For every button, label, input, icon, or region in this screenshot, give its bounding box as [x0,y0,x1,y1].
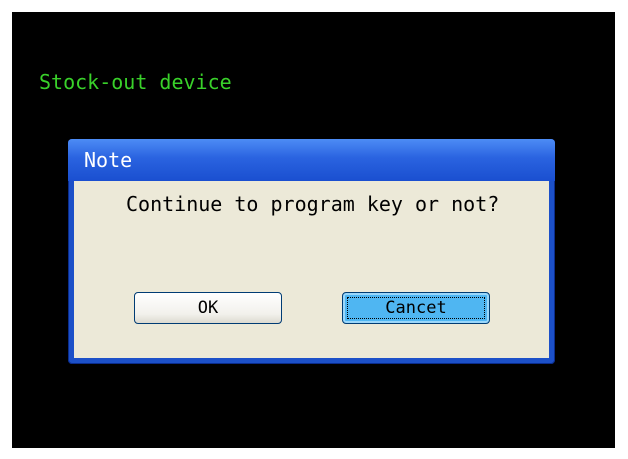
ok-button[interactable]: OK [134,292,282,324]
dialog-message: Continue to program key or not? [126,192,500,216]
screen-title: Stock-out device [39,70,232,94]
cancel-button-label: Cancet [385,298,447,318]
dialog-titlebar: Note [68,139,555,181]
device-screen: Stock-out device Note Continue to progra… [12,12,615,448]
note-dialog: Note Continue to program key or not? OK … [68,139,555,364]
dialog-body: Continue to program key or not? OK Cance… [74,181,549,358]
dialog-title: Note [84,148,133,172]
cancel-button[interactable]: Cancet [342,292,490,324]
